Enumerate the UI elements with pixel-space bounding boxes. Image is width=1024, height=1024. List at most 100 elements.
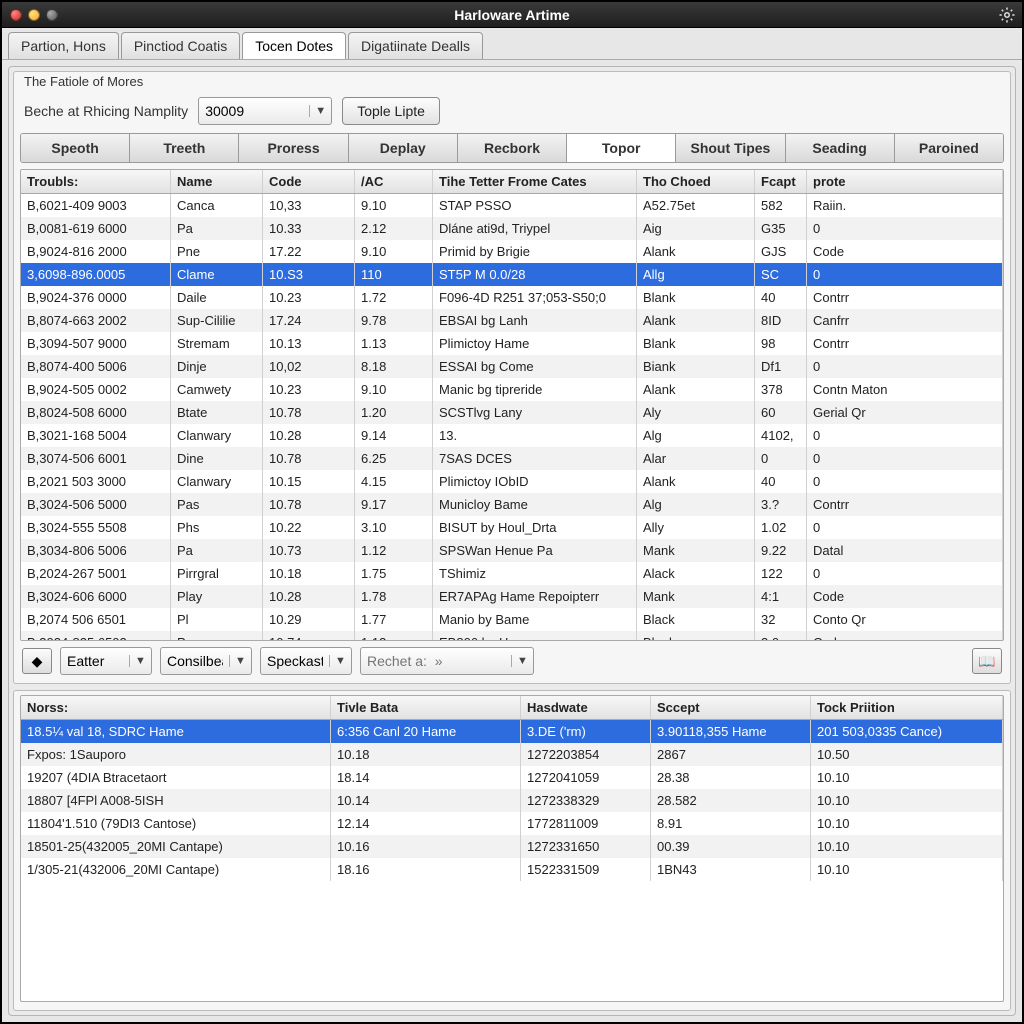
table-cell: SPSWan Henue Pa xyxy=(433,539,637,562)
toolbar-combo-3[interactable]: ▼ xyxy=(260,647,352,675)
chevron-down-icon[interactable]: ▼ xyxy=(229,655,251,667)
table-row[interactable]: 18501-25(432005_20MI Cantape)10.16127233… xyxy=(21,835,1003,858)
table-cell: 10.18 xyxy=(263,562,355,585)
column-header[interactable]: prote xyxy=(807,170,1003,193)
toolbar-combo-1[interactable]: ▼ xyxy=(60,647,152,675)
main-tab[interactable]: Pinctiod Coatis xyxy=(121,32,240,59)
gear-icon[interactable] xyxy=(998,6,1016,24)
app-window: Harloware Artime Partion, HonsPinctiod C… xyxy=(0,0,1024,1024)
column-header[interactable]: Sccept xyxy=(651,696,811,719)
table-cell: 18.5¼ val 18, SDRC Hame xyxy=(21,720,331,743)
table-cell: 1.72 xyxy=(355,286,433,309)
column-header[interactable]: Norss: xyxy=(21,696,331,719)
table-row[interactable]: B,3021-168 5004Clanwary10.289.1413.Alg41… xyxy=(21,424,1003,447)
table-cell: Raiin. xyxy=(807,194,1003,217)
table-row[interactable]: 3,6098-896.0005Clame10.S3110ST5P M 0.0/2… xyxy=(21,263,1003,286)
table-cell: B,3024-825 6502 xyxy=(21,631,171,640)
column-header[interactable]: Tho Choed xyxy=(637,170,755,193)
subtab[interactable]: Speoth xyxy=(21,134,130,162)
subtab[interactable]: Deplay xyxy=(349,134,458,162)
table-cell: 0 xyxy=(807,562,1003,585)
table-cell: B,3024-506 5000 xyxy=(21,493,171,516)
table-cell: SCSTlvg Lany xyxy=(433,401,637,424)
table-row[interactable]: 11804'1.510 (79DI3 Cantose)12.1417728110… xyxy=(21,812,1003,835)
table-cell: 1272203854 xyxy=(521,743,651,766)
table-cell: 8.18 xyxy=(355,355,433,378)
chevron-down-icon[interactable]: ▼ xyxy=(329,655,351,667)
table-row[interactable]: B,3024-606 6000Play10.281.78ER7APAg Hame… xyxy=(21,585,1003,608)
table-cell: B,3034-806 5006 xyxy=(21,539,171,562)
table-cell: 10.10 xyxy=(811,789,1003,812)
work-pane: The Fatiole of Mores Beche at Rhicing Na… xyxy=(8,66,1016,1016)
detail-table: Norss:Tivle BataHasdwateScceptTock Priit… xyxy=(20,695,1004,1002)
subtab[interactable]: Shout Tipes xyxy=(676,134,785,162)
subtab[interactable]: Seading xyxy=(786,134,895,162)
filter-combo[interactable]: ▼ xyxy=(198,97,332,125)
table-row[interactable]: B,9024-376 0000Daile10.231.72F096-4D R25… xyxy=(21,286,1003,309)
subtab[interactable]: Topor xyxy=(567,134,676,162)
table-row[interactable]: B,0081-619 6000Pa10.332.12Dláne ati9d, T… xyxy=(21,217,1003,240)
subtab[interactable]: Paroined xyxy=(895,134,1003,162)
subtab[interactable]: Proress xyxy=(239,134,348,162)
table-cell: Contn Maton xyxy=(807,378,1003,401)
table-cell: Sup-Cililie xyxy=(171,309,263,332)
table-row[interactable]: 18.5¼ val 18, SDRC Hame6:356 Canl 20 Ham… xyxy=(21,720,1003,743)
search-combo[interactable]: ▼ xyxy=(360,647,534,675)
table-cell: Pirrgral xyxy=(171,562,263,585)
column-header[interactable]: Troubls: xyxy=(21,170,171,193)
table-row[interactable]: B,8074-400 5006Dinje10,028.18ESSAI bg Co… xyxy=(21,355,1003,378)
column-header[interactable]: Tock Priition xyxy=(811,696,1003,719)
table-cell: 1772811009 xyxy=(521,812,651,835)
table-row[interactable]: B,9024-816 2000Pne17.229.10Primid by Bri… xyxy=(21,240,1003,263)
table-cell: 0 xyxy=(807,263,1003,286)
column-header[interactable]: Tivle Bata xyxy=(331,696,521,719)
table-cell: 10,33 xyxy=(263,194,355,217)
search-input[interactable] xyxy=(361,653,511,669)
table-row[interactable]: B,6021-409 9003Canca10,339.10STAP PSSOA5… xyxy=(21,194,1003,217)
nav-button[interactable]: ◆ xyxy=(22,648,52,674)
main-tab[interactable]: Tocen Dotes xyxy=(242,32,346,59)
main-tab[interactable]: Partion, Hons xyxy=(8,32,119,59)
table-row[interactable]: B,3024-506 5000Pas10.789.17Municloy Bame… xyxy=(21,493,1003,516)
table-row[interactable]: B,8074-663 2002Sup-Cililie17.249.78EBSAI… xyxy=(21,309,1003,332)
table-cell: 3,6098-896.0005 xyxy=(21,263,171,286)
chevron-down-icon[interactable]: ▼ xyxy=(309,105,331,117)
table-cell: Pa xyxy=(171,539,263,562)
table-cell: 60 xyxy=(755,401,807,424)
table-row[interactable]: B,9024-505 0002Camwety10.239.10Manic bg … xyxy=(21,378,1003,401)
subtab[interactable]: Treeth xyxy=(130,134,239,162)
chevron-down-icon[interactable]: ▼ xyxy=(511,655,533,667)
table-row[interactable]: B,8024-508 6000Btate10.781.20SCSTlvg Lan… xyxy=(21,401,1003,424)
column-header[interactable]: Code xyxy=(263,170,355,193)
apply-button[interactable]: Tople Lipte xyxy=(342,97,440,125)
table-row[interactable]: B,3024-555 5508Phs10.223.10BISUT by Houl… xyxy=(21,516,1003,539)
column-header[interactable]: /AC xyxy=(355,170,433,193)
detail-table-body[interactable]: 18.5¼ val 18, SDRC Hame6:356 Canl 20 Ham… xyxy=(21,720,1003,881)
main-tab[interactable]: Digatiinate Dealls xyxy=(348,32,483,59)
export-button[interactable]: 📖 xyxy=(972,648,1002,674)
column-header[interactable]: Tihe Tetter Frome Cates xyxy=(433,170,637,193)
column-header[interactable]: Fcapt xyxy=(755,170,807,193)
detail-table-header: Norss:Tivle BataHasdwateScceptTock Priit… xyxy=(21,696,1003,720)
table-row[interactable]: B,2074 506 6501Pl10.291.77Manio by BameB… xyxy=(21,608,1003,631)
subtab[interactable]: Recbork xyxy=(458,134,567,162)
filter-input[interactable] xyxy=(199,103,309,119)
table-cell: 10.10 xyxy=(811,812,1003,835)
table-cell: 6.25 xyxy=(355,447,433,470)
table-row[interactable]: 18807 [4FPl A008-5ISH10.14127233832928.5… xyxy=(21,789,1003,812)
table-row[interactable]: B,3034-806 5006Pa10.731.12SPSWan Henue P… xyxy=(21,539,1003,562)
table-row[interactable]: Fxpos: 1Sauporo10.181272203854286710.50 xyxy=(21,743,1003,766)
table-row[interactable]: B,3024-825 6502Pas10.741.13EB806 by Hame… xyxy=(21,631,1003,640)
table-row[interactable]: B,2024-267 5001Pirrgral10.181.75TShimizA… xyxy=(21,562,1003,585)
table-row[interactable]: B,3074-506 6001Dine10.786.257SAS DCESAla… xyxy=(21,447,1003,470)
column-header[interactable]: Hasdwate xyxy=(521,696,651,719)
main-table-body[interactable]: B,6021-409 9003Canca10,339.10STAP PSSOA5… xyxy=(21,194,1003,640)
table-row[interactable]: B,3094-507 9000Stremam10.131.13Plimictoy… xyxy=(21,332,1003,355)
table-cell: 0 xyxy=(807,424,1003,447)
toolbar-combo-2[interactable]: ▼ xyxy=(160,647,252,675)
column-header[interactable]: Name xyxy=(171,170,263,193)
table-row[interactable]: 1/305-21(432006_20MI Cantape)18.16152233… xyxy=(21,858,1003,881)
table-row[interactable]: 19207 (4DIA Btracetaort18.14127204105928… xyxy=(21,766,1003,789)
chevron-down-icon[interactable]: ▼ xyxy=(129,655,151,667)
table-row[interactable]: B,2021 503 3000Clanwary10.154.15Plimicto… xyxy=(21,470,1003,493)
